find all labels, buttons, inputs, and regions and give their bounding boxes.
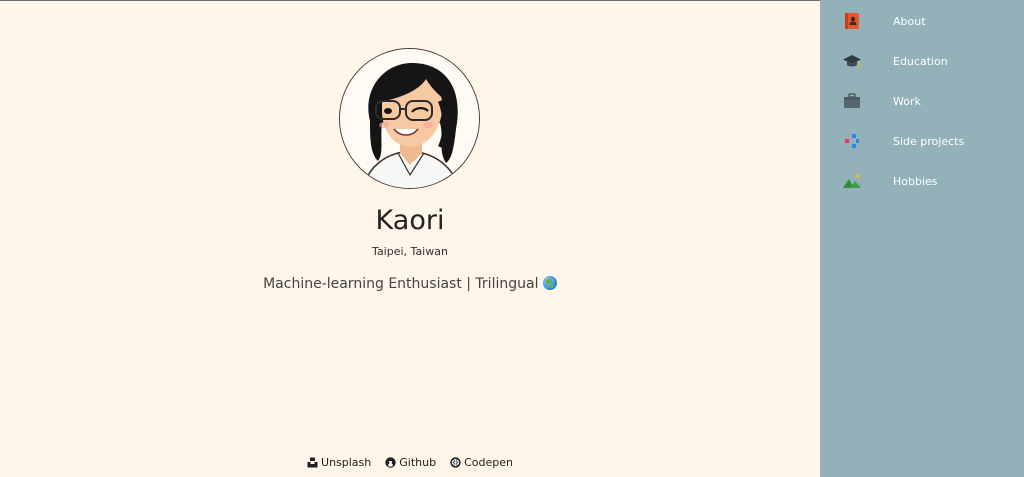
profile-name: Kaori	[375, 205, 445, 236]
sidebar-item-about[interactable]: About	[820, 4, 1024, 38]
graduation-cap-icon	[842, 51, 862, 71]
sidebar-item-work[interactable]: Work	[820, 84, 1024, 118]
codepen-icon	[450, 457, 461, 468]
unsplash-icon	[307, 457, 318, 468]
top-divider	[0, 0, 820, 1]
mountain-icon	[842, 171, 862, 191]
profile-location: Taipei, Taiwan	[372, 245, 448, 258]
tagline-text: Machine-learning Enthusiast | Trilingual	[263, 276, 539, 292]
unsplash-label: Unsplash	[321, 456, 372, 469]
sidebar-label-hobbies: Hobbies	[893, 174, 938, 188]
profile-tagline: Machine-learning Enthusiast | Trilingual	[0, 276, 820, 292]
sidebar-label-about: About	[893, 14, 926, 28]
github-label: Github	[399, 456, 437, 469]
main-content: Kaori Taipei, Taiwan Machine-learning En…	[0, 0, 820, 477]
address-book-icon	[842, 11, 862, 31]
sidebar-item-education[interactable]: Education	[820, 44, 1024, 78]
sidebar-item-side-projects[interactable]: Side projects	[820, 124, 1024, 158]
github-link[interactable]: Github	[385, 456, 436, 469]
sidebar-label-side-projects: Side projects	[893, 134, 965, 148]
briefcase-icon	[842, 91, 862, 111]
avatar	[339, 48, 480, 189]
github-icon	[385, 457, 396, 468]
blocks-icon	[842, 131, 862, 151]
unsplash-link[interactable]: Unsplash	[307, 456, 371, 469]
sidebar-label-work: Work	[893, 94, 921, 108]
footer-links: Unsplash Github Codepen	[0, 456, 820, 469]
sidebar-item-hobbies[interactable]: Hobbies	[820, 164, 1024, 198]
codepen-label: Codepen	[464, 456, 513, 469]
codepen-link[interactable]: Codepen	[450, 456, 513, 469]
sidebar-label-education: Education	[893, 54, 948, 68]
globe-icon	[542, 276, 557, 290]
sidebar-nav: About Education Work Side projects Hobbi…	[820, 0, 1024, 477]
